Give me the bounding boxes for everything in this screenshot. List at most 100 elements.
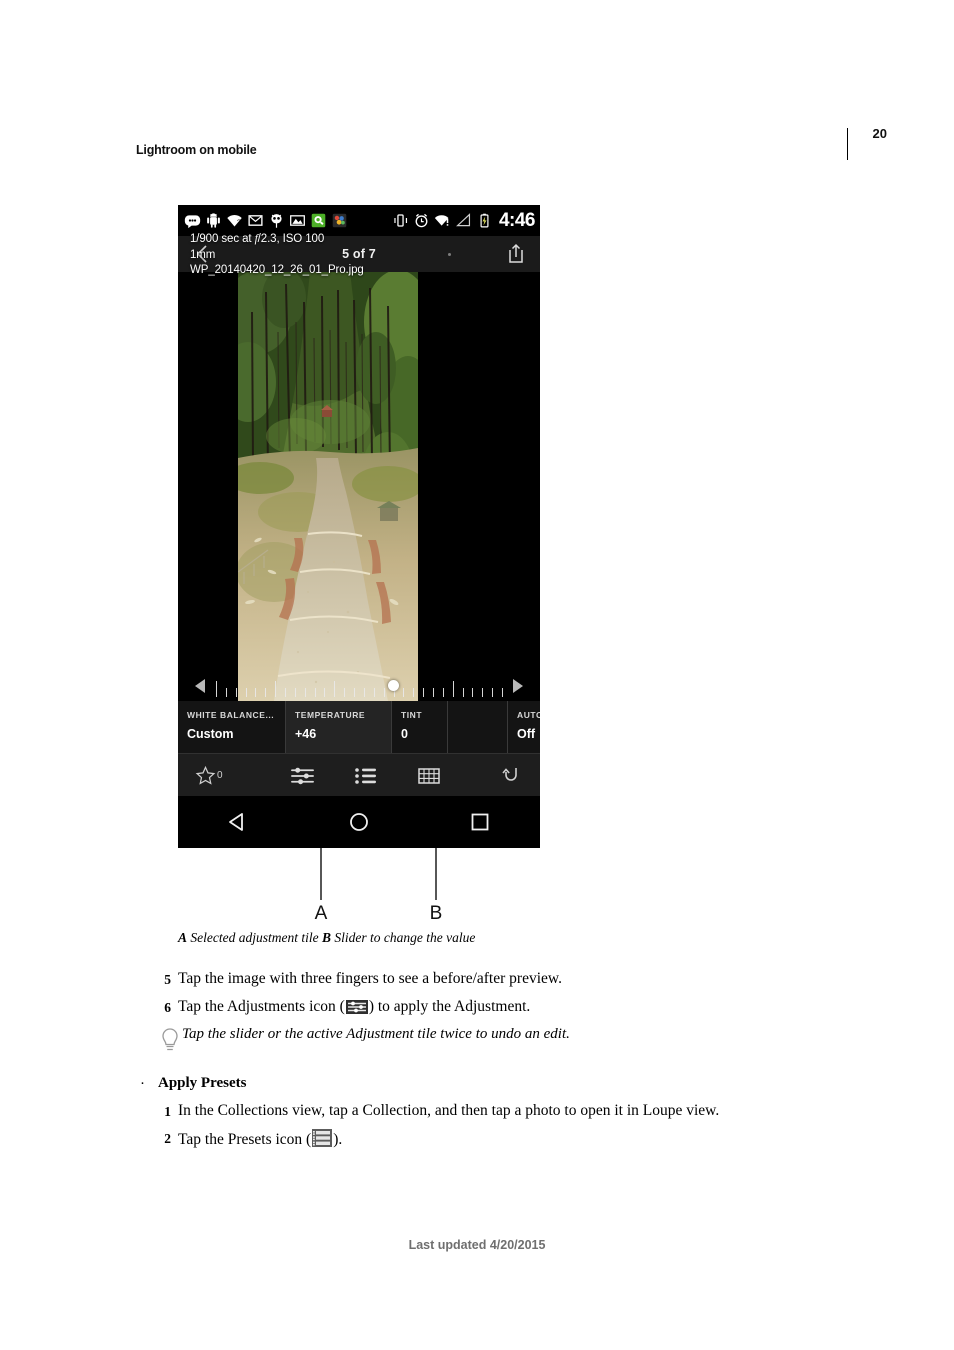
preset-step-number-1: 1	[164, 1104, 171, 1119]
slider-tick	[275, 681, 277, 697]
exif-line-exposure: 1/900 sec at f/2.3, ISO 100	[190, 233, 325, 245]
rating-control[interactable]: 0	[195, 763, 229, 787]
phone-screenshot-figure: ? 4:46 5 of 7 1/900 sec at f/2.3, ISO 10…	[178, 205, 540, 848]
owl-app-icon	[271, 214, 282, 228]
slider-tick	[442, 688, 444, 697]
android-navigation-bar[interactable]	[178, 796, 540, 848]
tile-empty[interactable]	[448, 701, 508, 753]
vibrate-icon	[394, 214, 408, 227]
step-text-6: Tap the Adjustments icon ( ) to apply th…	[178, 998, 530, 1016]
tile-temperature[interactable]: TEMPERATURE +46	[286, 701, 392, 753]
slider-ticks[interactable]	[216, 671, 503, 701]
slider-tick	[462, 688, 464, 697]
slider-tick	[403, 688, 405, 697]
share-up-icon[interactable]	[505, 242, 527, 266]
caption-b-text: Slider to change the value	[331, 930, 476, 945]
colorful-app-icon	[332, 213, 347, 228]
gmail-icon	[248, 215, 263, 226]
slider-tick	[502, 688, 503, 697]
callout-line-a	[320, 848, 322, 900]
slider-handle[interactable]	[388, 680, 400, 691]
tile-value: 0	[401, 727, 408, 741]
slider-tick	[235, 688, 237, 697]
adjustment-tiles-row[interactable]: WHITE BALANCE... Custom TEMPERATURE +46 …	[178, 701, 540, 753]
page-number: 20	[872, 126, 887, 141]
slider-tick	[383, 688, 385, 697]
triangle-left-icon[interactable]	[192, 677, 210, 695]
preset-step-text-2: Tap the Presets icon ( ).	[178, 1129, 342, 1149]
step-number-6: 6	[164, 1000, 171, 1015]
exif-line-filename: WP_20140420_12_26_01_Pro.jpg	[190, 264, 364, 276]
battery-charging-icon	[480, 213, 489, 228]
preset-step-2-text-after: ).	[333, 1131, 343, 1148]
caption-a-label: A	[178, 930, 188, 945]
triangle-right-icon[interactable]	[508, 677, 526, 695]
tip-text: Tap the slider or the active Adjustment …	[182, 1026, 570, 1042]
slider-tick	[373, 688, 375, 697]
figure-caption: A Selected adjustment tile B Slider to c…	[178, 930, 475, 946]
page-number-rule	[847, 128, 848, 160]
section-heading: Apply Presets	[158, 1075, 247, 1091]
slider-tick	[285, 688, 287, 697]
wifi-alert-icon	[434, 215, 449, 226]
step-6-text-before: Tap the Adjustments icon (	[178, 998, 345, 1015]
slider-tick	[255, 688, 257, 697]
slider-tick	[314, 688, 316, 697]
tile-value: Off	[517, 727, 536, 741]
slider-tick	[452, 681, 454, 697]
photo-icon	[290, 215, 305, 226]
square-recents-icon[interactable]	[467, 809, 493, 835]
slider-tick	[472, 688, 474, 697]
slider-tick	[265, 688, 267, 697]
exif-overlay: 1/900 sec at f/2.3, ISO 100 1mm WP_20140…	[190, 232, 364, 279]
loupe-toolbar[interactable]: 0	[178, 753, 540, 797]
tile-label: TINT	[401, 710, 423, 720]
running-head: Lightroom on mobile	[136, 143, 257, 157]
adjustment-slider[interactable]	[178, 671, 540, 701]
callout-line-b	[435, 848, 437, 900]
slider-tick	[225, 688, 227, 697]
tile-auto-tone[interactable]: AUTO T Off	[508, 701, 540, 753]
undo-arrow-icon[interactable]	[500, 764, 522, 786]
caption-a-text: Selected adjustment tile	[187, 930, 322, 945]
tile-label: WHITE BALANCE...	[187, 710, 275, 720]
tile-value: +46	[295, 727, 317, 741]
list-icon[interactable]	[354, 765, 378, 787]
callout-letter-b: B	[429, 903, 443, 924]
svg-text:?: ?	[237, 219, 241, 226]
callout-letter-a: A	[314, 903, 328, 924]
slider-tick	[363, 688, 365, 697]
slider-tick	[216, 681, 217, 697]
sliders-icon	[345, 1000, 368, 1014]
green-app-icon	[311, 213, 326, 228]
preset-step-number-2: 2	[164, 1131, 171, 1146]
status-bar-right-icons: 4:46	[392, 205, 536, 236]
slider-tick	[344, 688, 346, 697]
loupe-photo[interactable]	[238, 272, 418, 701]
slider-tick	[423, 688, 425, 697]
tile-white-balance[interactable]: WHITE BALANCE... Custom	[178, 701, 286, 753]
slider-tick	[432, 688, 434, 697]
signal-icon	[456, 213, 471, 227]
page-footer: Last updated 4/20/2015	[408, 1238, 546, 1252]
tile-tint[interactable]: TINT 0	[392, 701, 448, 753]
alarm-icon	[415, 213, 428, 228]
slider-tick	[294, 688, 296, 697]
circle-home-icon[interactable]	[346, 809, 372, 835]
tile-label: AUTO T	[517, 710, 540, 720]
sliders-icon[interactable]	[290, 765, 315, 787]
triangle-back-icon[interactable]	[225, 809, 251, 835]
lightbulb-icon	[162, 1028, 178, 1051]
star-outline-icon[interactable]	[195, 765, 216, 786]
exif-line-focal: 1mm	[190, 248, 216, 261]
step-number-5: 5	[164, 972, 171, 987]
section-bullet: ·	[140, 1076, 145, 1092]
rating-count: 0	[217, 769, 223, 781]
toolbar-main-icons[interactable]	[270, 763, 460, 788]
message-icon	[184, 215, 201, 229]
grid-icon[interactable]	[417, 765, 441, 787]
tile-label: TEMPERATURE	[295, 710, 366, 720]
forest-path-photo	[238, 272, 418, 701]
status-bar-clock: 4:46	[498, 210, 536, 231]
step-text-5: Tap the image with three fingers to see …	[178, 970, 562, 987]
